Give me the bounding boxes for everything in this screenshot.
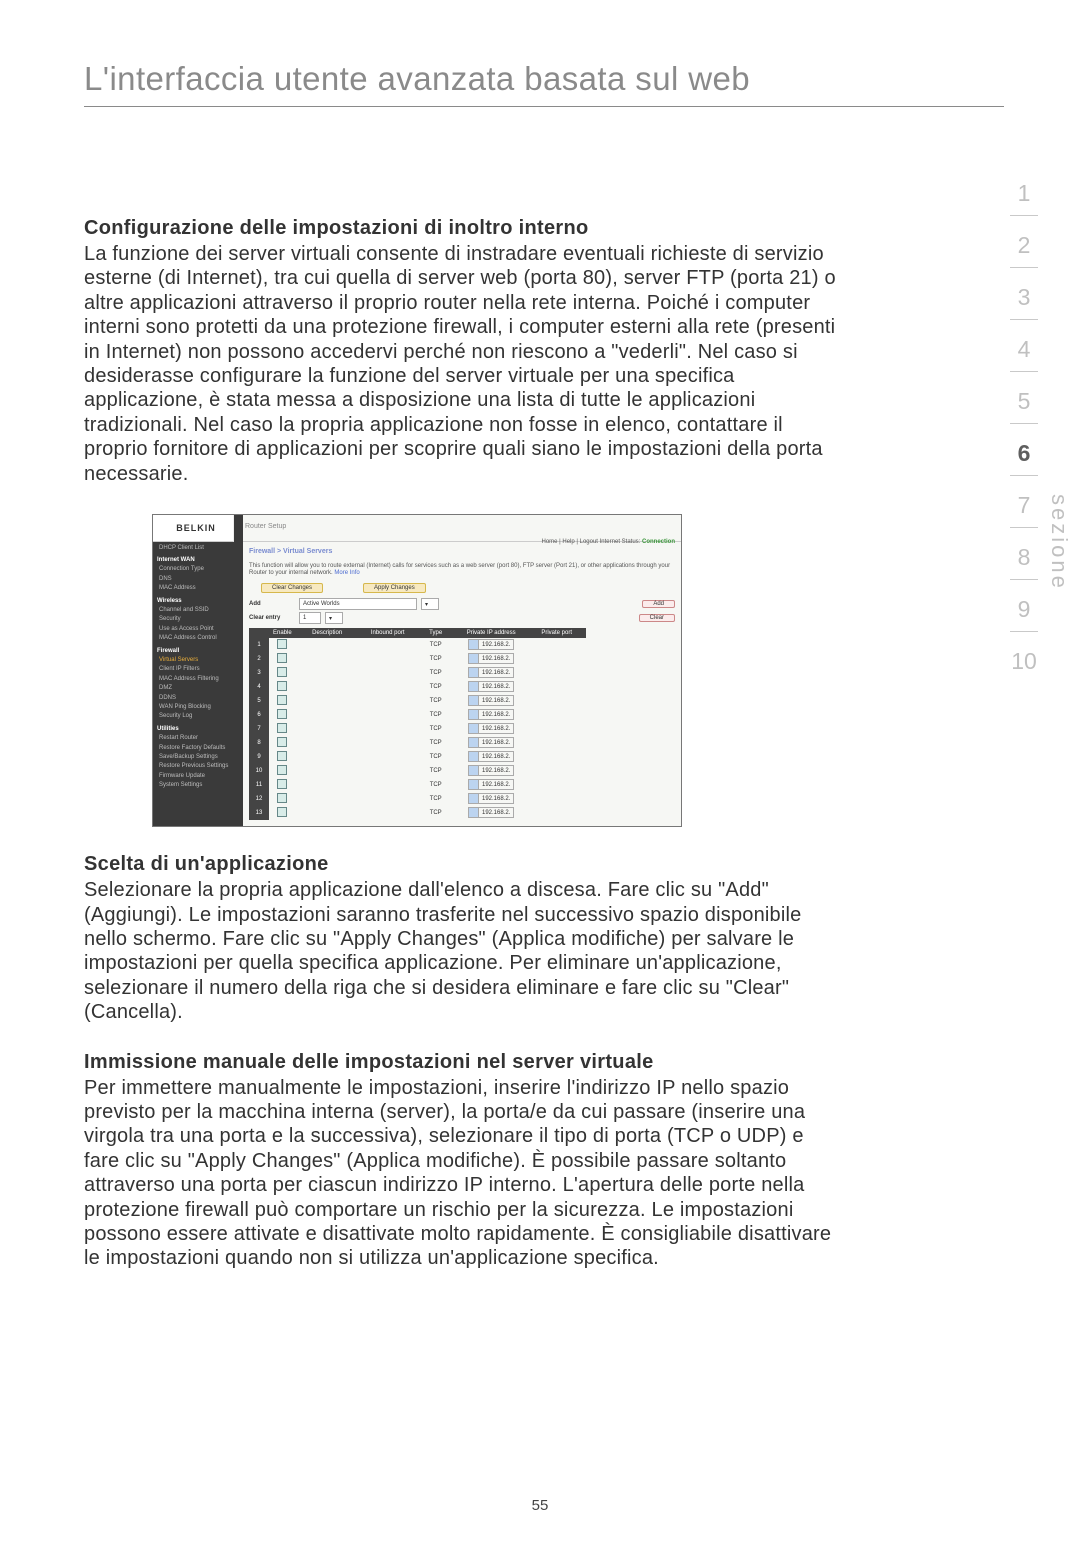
private-ip-field[interactable]: 192.168.2. — [468, 667, 514, 678]
table-row: 5TCP192.168.2. — [249, 694, 586, 708]
add-button[interactable]: Add — [642, 600, 675, 608]
table-row: 12TCP192.168.2. — [249, 792, 586, 806]
table-row: 7TCP192.168.2. — [249, 722, 586, 736]
screenshot-description: This function will allow you to route ex… — [243, 555, 681, 581]
private-ip-field[interactable]: 192.168.2. — [468, 765, 514, 776]
section-nav-4[interactable]: 4 — [996, 324, 1052, 367]
enable-checkbox[interactable] — [277, 779, 287, 789]
table-row: 13TCP192.168.2. — [249, 806, 586, 820]
heading-1: Configurazione delle impostazioni di ino… — [84, 217, 844, 240]
belkin-logo: BELKIN — [170, 523, 216, 533]
add-select-arrow[interactable]: ▾ — [421, 598, 439, 610]
virtual-servers-table: Enable Description Inbound port Type Pri… — [249, 628, 586, 820]
enable-checkbox[interactable] — [277, 807, 287, 817]
enable-checkbox[interactable] — [277, 765, 287, 775]
private-ip-field[interactable]: 192.168.2. — [468, 737, 514, 748]
section-nav-7[interactable]: 7 — [996, 480, 1052, 523]
body-3: Per immettere manualmente le impostazion… — [84, 1076, 844, 1271]
section-nav-1[interactable]: 1 — [996, 168, 1052, 211]
clear-entry-select[interactable]: 1 — [299, 612, 321, 624]
table-row: 4TCP192.168.2. — [249, 680, 586, 694]
clear-entry-arrow[interactable]: ▾ — [325, 612, 343, 624]
body-1: La funzione dei server virtuali consente… — [84, 242, 844, 486]
private-ip-field[interactable]: 192.168.2. — [468, 779, 514, 790]
apply-changes-button[interactable]: Apply Changes — [363, 583, 426, 593]
add-label: Add — [249, 601, 295, 607]
enable-checkbox[interactable] — [277, 695, 287, 705]
section-vertical-label: sezione — [1046, 494, 1072, 591]
private-ip-field[interactable]: 192.168.2. — [468, 709, 514, 720]
enable-checkbox[interactable] — [277, 667, 287, 677]
page-title: L'interfaccia utente avanzata basata sul… — [84, 60, 1004, 107]
section-nav: 1 2 3 4 5 6 7 8 9 10 sezione — [996, 168, 1052, 679]
heading-2: Scelta di un'applicazione — [84, 853, 844, 876]
screenshot-nav: LAN Setup LAN Settings DHCP Client List … — [153, 515, 243, 826]
section-nav-10[interactable]: 10 — [996, 636, 1052, 679]
table-row: 11TCP192.168.2. — [249, 778, 586, 792]
section-nav-3[interactable]: 3 — [996, 272, 1052, 315]
router-screenshot: BELKIN Router Setup Home | Help | Logout… — [152, 514, 682, 827]
private-ip-field[interactable]: 192.168.2. — [468, 723, 514, 734]
clear-button[interactable]: Clear — [639, 614, 675, 622]
section-nav-8[interactable]: 8 — [996, 532, 1052, 575]
body-2: Selezionare la propria applicazione dall… — [84, 878, 844, 1024]
enable-checkbox[interactable] — [277, 793, 287, 803]
section-nav-9[interactable]: 9 — [996, 584, 1052, 627]
add-select[interactable]: Active Worlds — [299, 598, 417, 610]
private-ip-field[interactable]: 192.168.2. — [468, 681, 514, 692]
enable-checkbox[interactable] — [277, 681, 287, 691]
table-row: 2TCP192.168.2. — [249, 652, 586, 666]
private-ip-field[interactable]: 192.168.2. — [468, 695, 514, 706]
enable-checkbox[interactable] — [277, 653, 287, 663]
table-row: 9TCP192.168.2. — [249, 750, 586, 764]
private-ip-field[interactable]: 192.168.2. — [468, 807, 514, 818]
section-nav-2[interactable]: 2 — [996, 220, 1052, 263]
table-row: 6TCP192.168.2. — [249, 708, 586, 722]
clear-changes-button[interactable]: Clear Changes — [261, 583, 323, 593]
page-number: 55 — [0, 1497, 1080, 1514]
private-ip-field[interactable]: 192.168.2. — [468, 639, 514, 650]
section-nav-5[interactable]: 5 — [996, 376, 1052, 419]
section-nav-6[interactable]: 6 — [996, 428, 1052, 471]
table-row: 3TCP192.168.2. — [249, 666, 586, 680]
clear-entry-label: Clear entry — [249, 615, 295, 621]
enable-checkbox[interactable] — [277, 709, 287, 719]
enable-checkbox[interactable] — [277, 751, 287, 761]
enable-checkbox[interactable] — [277, 639, 287, 649]
enable-checkbox[interactable] — [277, 737, 287, 747]
enable-checkbox[interactable] — [277, 723, 287, 733]
router-setup-label: Router Setup — [245, 523, 286, 530]
private-ip-field[interactable]: 192.168.2. — [468, 653, 514, 664]
private-ip-field[interactable]: 192.168.2. — [468, 793, 514, 804]
table-row: 10TCP192.168.2. — [249, 764, 586, 778]
top-links: Home | Help | Logout Internet Status: Co… — [541, 539, 675, 545]
table-row: 8TCP192.168.2. — [249, 736, 586, 750]
private-ip-field[interactable]: 192.168.2. — [468, 751, 514, 762]
heading-3: Immissione manuale delle impostazioni ne… — [84, 1051, 844, 1074]
table-row: 1TCP192.168.2. — [249, 638, 586, 652]
